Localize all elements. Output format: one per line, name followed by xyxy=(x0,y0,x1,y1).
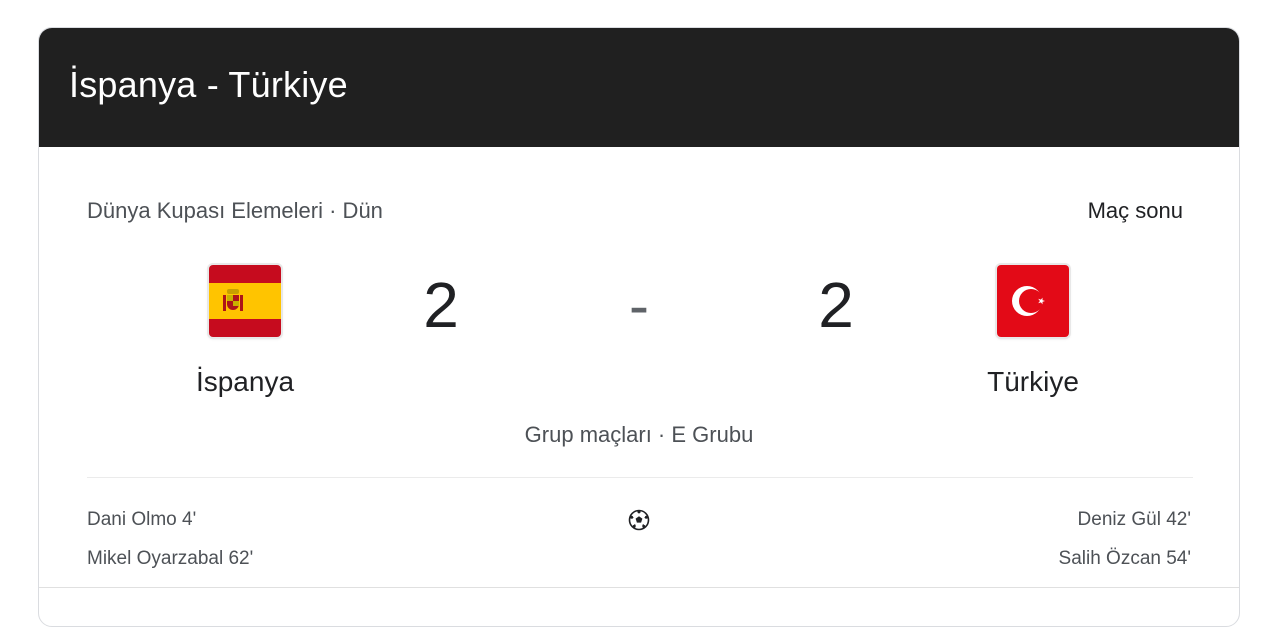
match-title[interactable]: İspanya - Türkiye xyxy=(69,64,348,106)
home-scorer: Dani Olmo 4' xyxy=(87,509,197,530)
match-status: Maç sonu xyxy=(1087,198,1183,223)
competition-line[interactable]: Dünya Kupası Elemeleri · Dün xyxy=(87,198,383,224)
home-team-name[interactable]: İspanya xyxy=(135,366,355,398)
away-scorer: Deniz Gül 42' xyxy=(1077,509,1191,530)
turkey-flag-icon[interactable] xyxy=(997,265,1069,337)
home-scorers-list: Dani Olmo 4' Mikel Oyarzabal 62' xyxy=(87,509,253,587)
card-bottom-divider xyxy=(39,587,1239,588)
divider xyxy=(87,477,1193,478)
away-scorer: Salih Özcan 54' xyxy=(1058,548,1191,569)
spain-flag-icon[interactable] xyxy=(209,265,281,337)
away-score: 2 xyxy=(818,269,854,341)
away-team-name[interactable]: Türkiye xyxy=(923,366,1143,398)
home-scorer: Mikel Oyarzabal 62' xyxy=(87,548,254,569)
score-separator: - xyxy=(629,272,649,339)
match-header: İspanya - Türkiye xyxy=(39,28,1239,147)
away-scorers-list: Deniz Gül 42' Salih Özcan 54' xyxy=(1059,509,1191,587)
match-stage: Grup maçları · E Grubu xyxy=(524,422,754,447)
soccer-ball-icon xyxy=(628,509,650,531)
match-card: İspanya - Türkiye Dünya Kupası Elemeleri… xyxy=(38,27,1240,627)
home-score: 2 xyxy=(423,269,459,341)
